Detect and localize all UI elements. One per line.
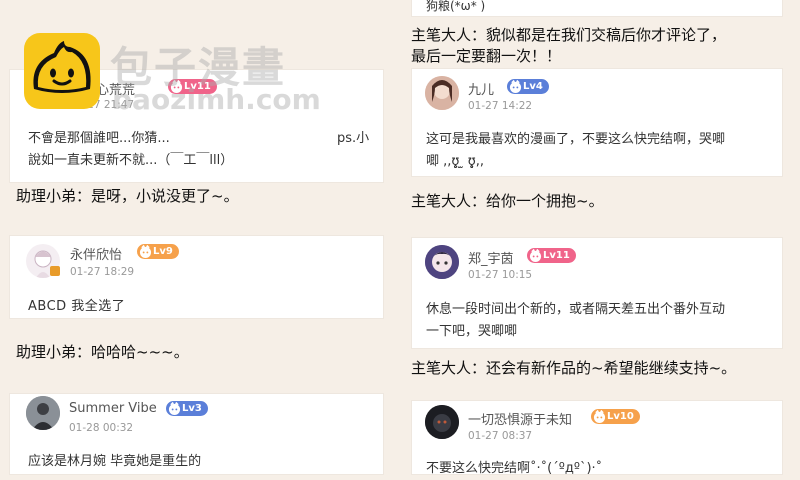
comment-text: 狗粮(*ω* ) <box>426 0 486 13</box>
app-logo <box>24 33 100 109</box>
comment-text: 不會是那個誰吧...你猜... <box>28 131 170 146</box>
comment-time: 01-27 10:15 <box>468 269 533 281</box>
level-badge-text: Lv9 <box>153 246 173 257</box>
reply-text: 主笔大人：还会有新作品的~希望能继续支持~。 <box>411 359 737 377</box>
level-badge-text: Lv4 <box>523 81 543 92</box>
level-badge-icon <box>168 402 181 415</box>
comment-card: 狗粮(*ω* ) <box>412 0 782 16</box>
user-avatar[interactable] <box>425 405 459 439</box>
comment-text: 一下吧，哭唧唧 <box>426 324 518 339</box>
comment-card: 永伴欣怡 Lv9 01-27 18:29 ABCD 我全选了 <box>10 236 383 318</box>
level-badge-icon <box>509 80 522 93</box>
comment-text: 应该是林月婉 毕竟她是重生的 <box>28 454 202 469</box>
user-avatar[interactable] <box>425 245 459 279</box>
reply-text: 助理小弟：哈哈哈~~~。 <box>16 343 189 361</box>
comment-card: 一切恐惧源于未知 Lv10 01-27 08:37 不要这么快完结啊˚·˚(´º… <box>412 401 782 476</box>
comment-text: 唧 ,,ʊ̥̥̥̥̥ ̫ ʊ̥̥̥̥̥,, <box>426 154 484 169</box>
comment-username[interactable]: 一切恐惧源于未知 <box>468 409 572 428</box>
level-badge-text: Lv11 <box>543 250 570 261</box>
comment-username[interactable]: Summer Vibe <box>69 401 157 416</box>
comment-card: Summer Vibe Lv3 01-28 00:32 应该是林月婉 毕竟她是重… <box>10 394 383 474</box>
comment-username[interactable]: 郑_宇茵 <box>468 248 514 267</box>
reply-text: 最后一定要翻一次！！ <box>411 47 562 65</box>
watermark-url: baozimh.com <box>112 83 321 116</box>
comment-username[interactable]: 九儿 <box>468 79 494 98</box>
comment-text: 說如一直未更新不就...（￣工￣lll） <box>28 153 234 168</box>
level-badge-text: Lv3 <box>182 403 202 414</box>
comment-text: 不要这么快完结啊˚·˚(´ºдº`)·˚ <box>426 461 603 476</box>
level-badge: Lv9 <box>137 244 179 259</box>
level-badge-icon <box>139 245 152 258</box>
comment-username[interactable]: 永伴欣怡 <box>70 244 122 263</box>
level-badge-text: Lv10 <box>607 411 634 422</box>
comment-time: 01-27 18:29 <box>70 266 135 278</box>
comment-time: 01-27 14:22 <box>468 100 533 112</box>
comment-card: 郑_宇茵 Lv11 01-27 10:15 休息一段时间出个新的，或者隔天差五出… <box>412 238 782 348</box>
comment-card: 九儿 Lv4 01-27 14:22 这可是我最喜欢的漫画了，不要这么快完结啊，… <box>412 69 782 176</box>
level-badge-icon <box>529 249 542 262</box>
comment-text: ps.小 <box>337 131 370 146</box>
user-avatar[interactable] <box>26 396 60 430</box>
comment-text: ABCD 我全选了 <box>28 299 126 314</box>
reply-text: 主笔大人：貌似都是在我们交稿后你才评论了， <box>411 26 727 44</box>
comment-text: 休息一段时间出个新的，或者隔天差五出个番外互动 <box>426 302 726 317</box>
level-badge: Lv11 <box>527 248 576 263</box>
reply-text: 助理小弟：是呀，小说没更了~。 <box>16 187 239 205</box>
comment-time: 01-28 00:32 <box>69 422 134 434</box>
bun-logo-icon <box>33 41 91 93</box>
right-column: 狗粮(*ω* ) 主笔大人：貌似都是在我们交稿后你才评论了， 最后一定要翻一次！… <box>400 0 800 476</box>
level-badge: Lv3 <box>166 401 208 416</box>
vip-icon <box>50 266 60 276</box>
reply-text: 主笔大人：给你一个拥抱~。 <box>411 192 604 210</box>
level-badge: Lv4 <box>507 79 549 94</box>
level-badge-icon <box>593 410 606 423</box>
level-badge: Lv10 <box>591 409 640 424</box>
user-avatar[interactable] <box>425 76 459 110</box>
comment-time: 01-27 08:37 <box>468 430 533 442</box>
comment-text: 这可是我最喜欢的漫画了，不要这么快完结啊，哭唧 <box>426 132 726 147</box>
